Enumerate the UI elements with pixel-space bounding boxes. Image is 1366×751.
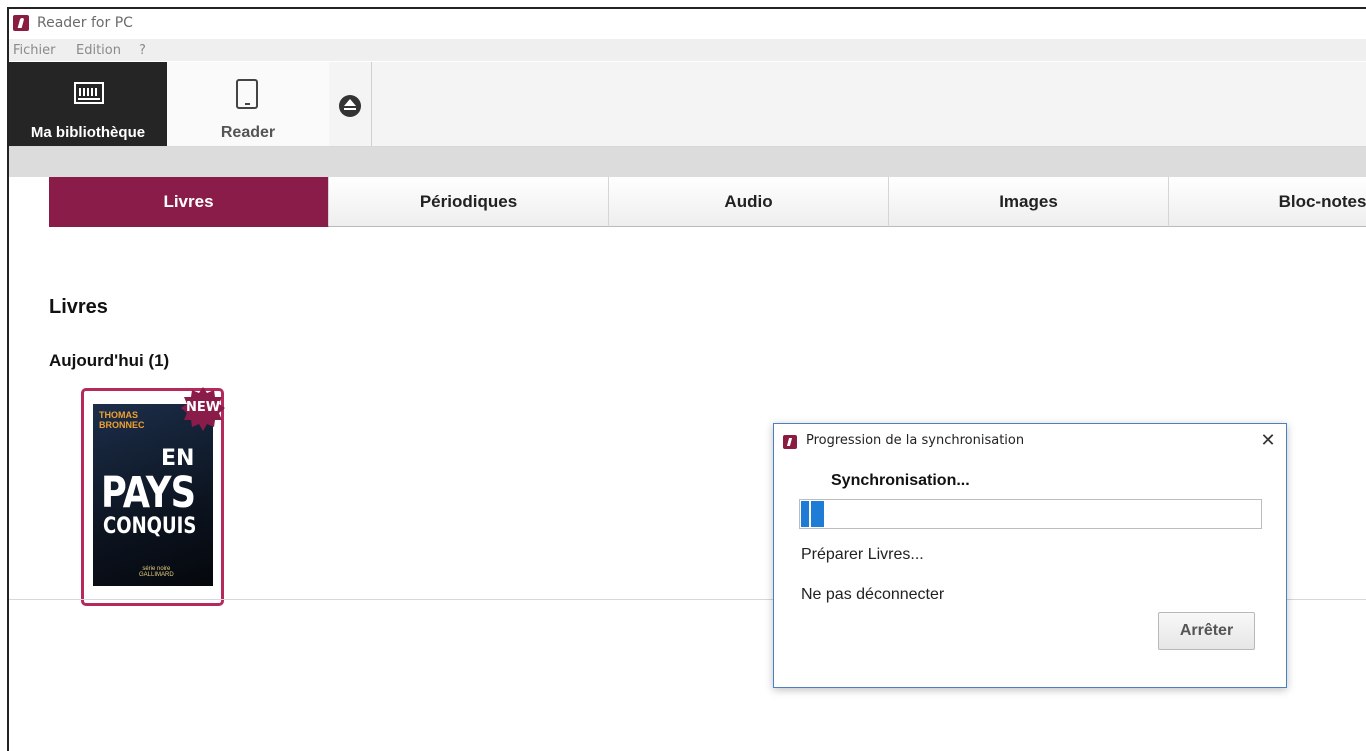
bookshelf-icon: [74, 82, 104, 104]
book-card[interactable]: THOMAS BRONNEC EN PAYS CONQUIS série noi…: [81, 387, 225, 606]
tab-audio[interactable]: Audio: [609, 177, 889, 227]
reader-logo-icon: [13, 15, 29, 31]
menu-bar: Fichier Edition ?: [9, 39, 1366, 61]
app-window: Reader for PC Fichier Edition ? Ma bibli…: [7, 7, 1366, 751]
tab-periodiques[interactable]: Périodiques: [329, 177, 609, 227]
close-icon[interactable]: ✕: [1258, 430, 1278, 450]
toolbar: Ma bibliothèque Reader: [9, 62, 1366, 147]
cover-title-line-2: PAYS: [101, 468, 196, 518]
dialog-heading: Synchronisation...: [831, 472, 970, 489]
progress-fill: [801, 501, 824, 527]
sync-progress-dialog: Progression de la synchronisation ✕ Sync…: [773, 423, 1287, 688]
category-tabs: Livres Périodiques Audio Images Bloc-not…: [9, 177, 1366, 227]
tab-images[interactable]: Images: [889, 177, 1169, 227]
dialog-warning-text: Ne pas déconnecter: [801, 586, 945, 603]
cover-author: THOMAS BRONNEC: [99, 410, 145, 430]
cover-title-line-3: CONQUIS: [103, 514, 197, 539]
menu-fichier[interactable]: Fichier: [13, 43, 56, 58]
eject-button[interactable]: [329, 62, 372, 146]
section-title: Livres: [49, 296, 108, 318]
dialog-status-text: Préparer Livres...: [801, 546, 924, 563]
library-button[interactable]: Ma bibliothèque: [9, 62, 167, 146]
tablet-icon: [236, 79, 258, 109]
tab-bloc-notes[interactable]: Bloc-notes: [1169, 177, 1366, 227]
eject-icon: [339, 95, 361, 117]
tab-livres[interactable]: Livres: [49, 177, 329, 227]
stop-button[interactable]: Arrêter: [1158, 612, 1255, 650]
title-bar: Reader for PC: [9, 9, 1366, 39]
group-title: Aujourd'hui (1): [49, 351, 170, 370]
cover-publisher: série noire GALLIMARD: [139, 566, 174, 578]
menu-help[interactable]: ?: [139, 43, 146, 58]
toolbar-separator: [9, 147, 1366, 177]
progress-bar: [799, 499, 1262, 529]
library-label: Ma bibliothèque: [30, 124, 146, 141]
menu-edition[interactable]: Edition: [76, 43, 121, 58]
window-title: Reader for PC: [37, 15, 133, 31]
reader-logo-icon: [783, 435, 797, 449]
dialog-title: Progression de la synchronisation: [806, 433, 1025, 448]
reader-label: Reader: [220, 124, 276, 141]
new-badge-label: NEW: [185, 400, 221, 415]
reader-button[interactable]: Reader: [167, 62, 330, 146]
